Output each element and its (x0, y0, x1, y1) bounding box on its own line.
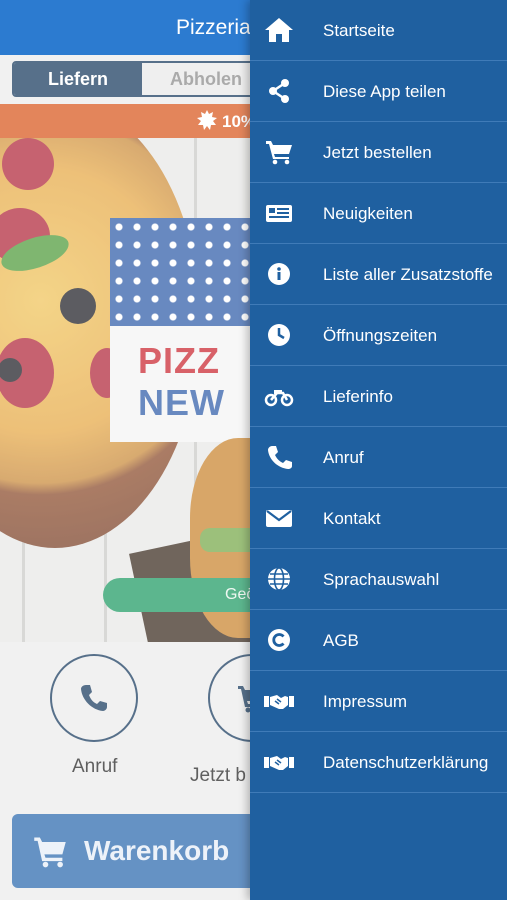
menu-item-startseite[interactable]: Startseite (250, 0, 507, 61)
motorcycle-icon (264, 383, 294, 409)
menu-item-label: Kontakt (323, 509, 381, 528)
menu-item-label: Startseite (323, 21, 395, 40)
cart-icon (264, 139, 294, 165)
menu-item-order-now[interactable]: Jetzt bestellen (250, 122, 507, 183)
menu-item-label: Sprachauswahl (323, 570, 440, 589)
menu-item-contact[interactable]: Kontakt (250, 488, 507, 549)
menu-item-label: Diese App teilen (323, 82, 446, 101)
clock-icon (264, 322, 294, 348)
info-icon (264, 261, 294, 287)
menu-item-label: Liste aller Zusatzstoffe (323, 265, 493, 284)
handshake-icon (264, 749, 294, 775)
menu-item-terms[interactable]: AGB (250, 610, 507, 671)
handshake-icon (264, 688, 294, 714)
menu-item-privacy[interactable]: Datenschutzerklärung (250, 732, 507, 793)
menu-item-news[interactable]: Neuigkeiten (250, 183, 507, 244)
app-title: Pizzeria (176, 16, 251, 39)
menu-item-label: Impressum (323, 692, 408, 711)
menu-item-share-app[interactable]: Diese App teilen (250, 61, 507, 122)
menu-item-label: Anruf (323, 448, 364, 467)
menu-item-label: Öffnungszeiten (323, 326, 438, 345)
menu-item-opening-hours[interactable]: Öffnungszeiten (250, 305, 507, 366)
menu-item-label: Lieferinfo (323, 387, 393, 406)
menu-item-call[interactable]: Anruf (250, 427, 507, 488)
menu-item-additives[interactable]: Liste aller Zusatzstoffe (250, 244, 507, 305)
menu-item-label: Neuigkeiten (323, 204, 413, 223)
navigation-drawer: Startseite Diese App teilen Jetzt bestel… (250, 0, 507, 900)
menu-item-label: AGB (323, 631, 359, 650)
home-icon (264, 17, 294, 43)
copyright-icon (264, 627, 294, 653)
share-icon (264, 78, 294, 104)
menu-item-imprint[interactable]: Impressum (250, 671, 507, 732)
menu-item-delivery-info[interactable]: Lieferinfo (250, 366, 507, 427)
phone-icon (264, 444, 294, 470)
menu-item-label: Jetzt bestellen (323, 143, 432, 162)
globe-icon (264, 566, 294, 592)
newspaper-icon (264, 200, 294, 226)
menu-item-label: Datenschutzerklärung (323, 753, 489, 772)
menu-item-language[interactable]: Sprachauswahl (250, 549, 507, 610)
envelope-icon (264, 505, 294, 531)
